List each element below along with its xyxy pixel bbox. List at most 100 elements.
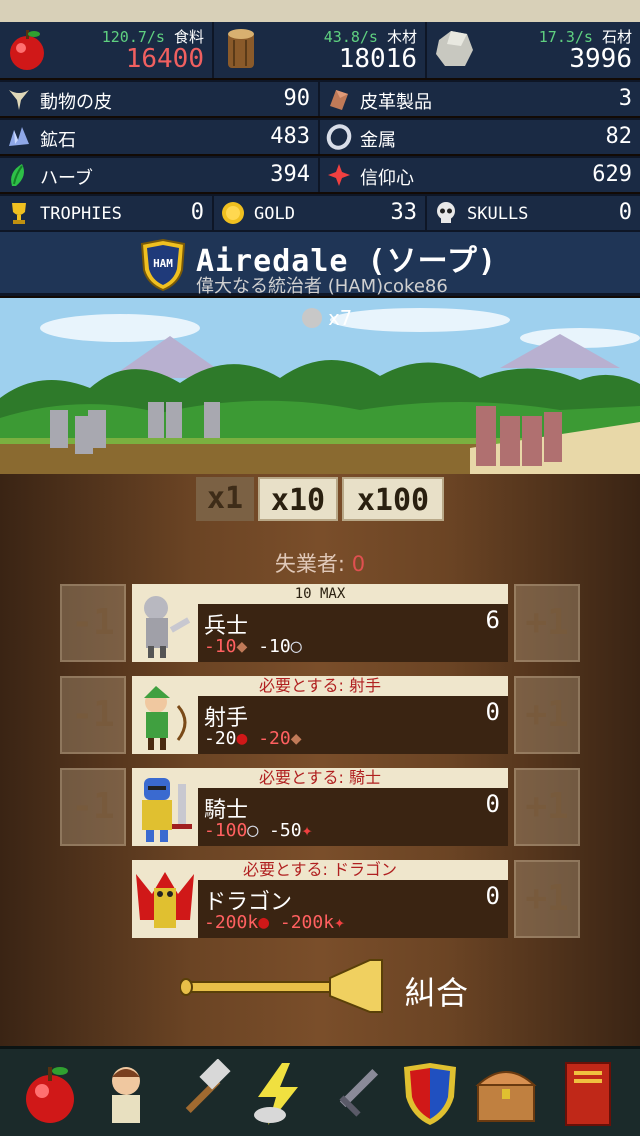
stone-icon bbox=[436, 31, 473, 66]
multiplier-x10-button[interactable]: x10 bbox=[258, 477, 338, 521]
resource-metal: 金属 82 bbox=[320, 118, 640, 154]
dragon-cost-food: -200k bbox=[204, 912, 259, 933]
rally-label[interactable]: 糾合 bbox=[404, 968, 468, 1014]
knight-cost-metal: -100 bbox=[204, 820, 248, 841]
soldier-minus-button[interactable]: -1 bbox=[60, 584, 126, 662]
faith-value: 629 bbox=[592, 162, 632, 187]
herb-value: 394 bbox=[270, 162, 310, 187]
leather-icon bbox=[330, 90, 348, 110]
soldier-count: 6 bbox=[485, 606, 500, 634]
resource-gold: GOLD 33 bbox=[214, 194, 427, 230]
player-subtitle: 偉大なる統治者 (HAM)coke86 bbox=[196, 276, 448, 297]
ore-value: 483 bbox=[270, 124, 310, 149]
food-amount: 16400 bbox=[125, 44, 204, 74]
top-strip bbox=[0, 0, 640, 22]
tab-apple-icon[interactable] bbox=[16, 1059, 84, 1129]
dragon-icon bbox=[132, 860, 198, 938]
knight-cost-faith: -50 bbox=[269, 820, 302, 841]
knight-count: 0 bbox=[485, 790, 500, 818]
tab-chest-icon[interactable] bbox=[472, 1059, 540, 1129]
resource-herb: ハーブ 394 bbox=[0, 156, 320, 192]
wood-amount: 18016 bbox=[338, 44, 417, 74]
skull-icon bbox=[437, 202, 455, 223]
metal-value: 82 bbox=[605, 124, 633, 149]
archer-count: 0 bbox=[485, 698, 500, 726]
multiplier-x1-button[interactable]: x1 bbox=[196, 477, 254, 521]
faith-cross-icon: ✦ bbox=[301, 820, 313, 841]
horn-icon[interactable] bbox=[180, 956, 390, 1016]
apple-icon bbox=[10, 30, 44, 70]
metal-ring-icon: ◯ bbox=[290, 636, 302, 657]
unit-card-dragon: 必要とする: ドラゴン ドラゴン 0 -200k● -200k✦ bbox=[132, 860, 508, 938]
tab-book-icon[interactable] bbox=[556, 1059, 624, 1129]
leather-icon: ◆ bbox=[290, 728, 302, 749]
leather-icon: ◆ bbox=[236, 636, 248, 657]
multiplier-x100-button[interactable]: x100 bbox=[342, 477, 444, 521]
archer-plus-button[interactable]: +1 bbox=[514, 676, 580, 754]
herb-icon bbox=[11, 164, 24, 186]
hide-label: 動物の皮 bbox=[40, 92, 112, 113]
archer-icon bbox=[132, 676, 198, 754]
gold-value: 33 bbox=[390, 200, 418, 225]
landscape bbox=[0, 298, 640, 474]
archer-cost-leather: -20 bbox=[258, 728, 291, 749]
knight-minus-button[interactable]: -1 bbox=[60, 768, 126, 846]
bottom-tab-bar bbox=[0, 1046, 640, 1136]
resource-wood: 43.8/s 木材 18016 bbox=[214, 22, 427, 78]
knight-icon bbox=[132, 768, 198, 846]
resource-faith: 信仰心 629 bbox=[320, 156, 640, 192]
herb-label: ハーブ bbox=[40, 168, 93, 189]
battle-scene: x7 bbox=[0, 298, 640, 474]
tab-villager-icon[interactable] bbox=[92, 1059, 160, 1129]
skulls-label: SKULLS bbox=[467, 204, 529, 224]
enemy-count: x7 bbox=[328, 306, 353, 330]
resource-hide: 動物の皮 90 bbox=[0, 80, 320, 116]
unemployed-count: 失業者: 0 bbox=[0, 548, 640, 578]
resource-ore: 鉱石 483 bbox=[0, 118, 320, 154]
faith-cross-icon bbox=[328, 164, 350, 186]
faith-cross-icon: ✦ bbox=[334, 912, 345, 933]
ore-label: 鉱石 bbox=[40, 130, 76, 151]
unemployed-label: 失業者: bbox=[274, 552, 345, 576]
trophies-label: TROPHIES bbox=[40, 204, 122, 224]
knight-plus-button[interactable]: +1 bbox=[514, 768, 580, 846]
dragon-count: 0 bbox=[485, 882, 500, 910]
archer-minus-button[interactable]: -1 bbox=[60, 676, 126, 754]
tab-sword-icon[interactable] bbox=[320, 1059, 388, 1129]
resource-skulls: SKULLS 0 bbox=[427, 194, 640, 230]
faith-label: 信仰心 bbox=[360, 168, 414, 189]
soldier-icon bbox=[132, 584, 198, 662]
soldier-cost-leather: -10 bbox=[204, 636, 237, 657]
leather-label: 皮革製品 bbox=[360, 92, 432, 113]
tab-lightning-icon[interactable] bbox=[244, 1059, 312, 1129]
hide-value: 90 bbox=[283, 86, 311, 111]
unit-card-archer: 必要とする: 射手 射手 0 -20● -20◆ bbox=[132, 676, 508, 754]
tab-hammer-icon[interactable] bbox=[168, 1059, 236, 1129]
unit-card-knight: 必要とする: 騎士 騎士 0 -100◯ -50✦ bbox=[132, 768, 508, 846]
dragon-plus-button[interactable]: +1 bbox=[514, 860, 580, 938]
resource-leather: 皮革製品 3 bbox=[320, 80, 640, 116]
unit-card-soldier: 10 MAX 兵士 6 -10◆ -10◯ bbox=[132, 584, 508, 662]
metal-ring-icon bbox=[326, 124, 352, 150]
apple-icon: ● bbox=[258, 912, 270, 933]
gold-coin-icon bbox=[222, 202, 244, 224]
unemployed-value: 0 bbox=[351, 552, 366, 576]
stone-amount: 3996 bbox=[569, 44, 632, 74]
metal-label: 金属 bbox=[360, 130, 396, 151]
apple-icon: ● bbox=[236, 728, 248, 749]
resource-stone: 17.3/s 石材 3996 bbox=[427, 22, 640, 78]
soldier-plus-button[interactable]: +1 bbox=[514, 584, 580, 662]
ore-icon bbox=[9, 127, 29, 146]
player-header: HAM Airedale (ソープ) 偉大なる統治者 (HAM)coke86 bbox=[0, 230, 640, 297]
tab-shield-icon[interactable] bbox=[396, 1059, 464, 1129]
archer-cost-food: -20 bbox=[204, 728, 237, 749]
soldier-cost-metal: -10 bbox=[258, 636, 291, 657]
dragon-cost-faith: -200k bbox=[279, 912, 335, 933]
skulls-value: 0 bbox=[618, 200, 632, 225]
bone-icon bbox=[9, 90, 29, 110]
guild-shield-icon: HAM bbox=[140, 238, 186, 292]
trophy-icon bbox=[12, 203, 26, 224]
trophies-value: 0 bbox=[190, 200, 204, 225]
resource-trophies: TROPHIES 0 bbox=[0, 194, 214, 230]
metal-ring-icon: ◯ bbox=[247, 820, 259, 841]
